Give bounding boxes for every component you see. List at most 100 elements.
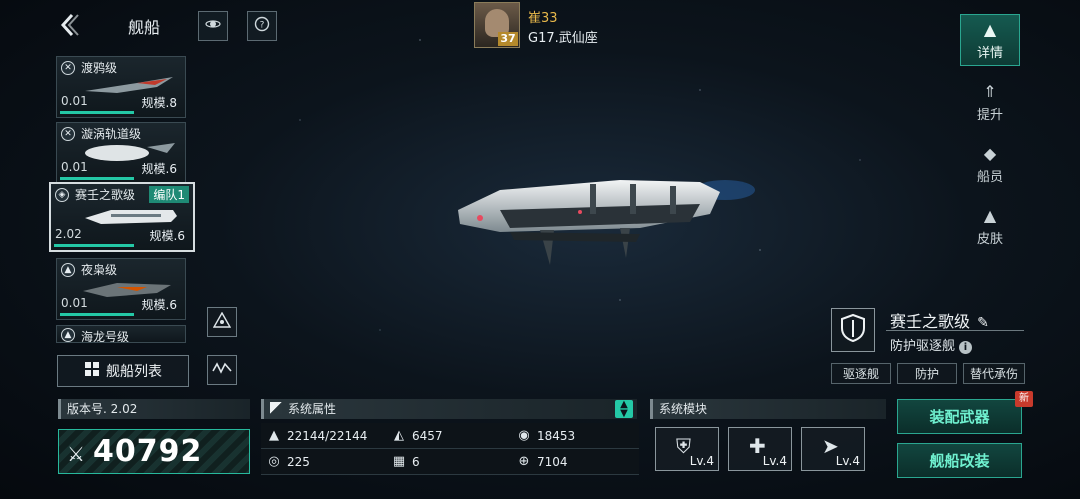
new-badge: 新 <box>1015 391 1033 407</box>
ship-scale: 规模.6 <box>141 298 177 312</box>
ship-progress-bar <box>60 313 134 316</box>
page-title: 舰船 <box>128 18 161 37</box>
ship-class-badge <box>831 308 875 352</box>
tab-details-label: 详情 <box>976 45 1003 61</box>
ship-card-raven[interactable]: ✕ 渡鸦级 0.01 规模.8 <box>56 56 186 118</box>
attr-target: ⊕ 7104 <box>511 449 639 475</box>
ship-scale: 规模.6 <box>149 229 185 243</box>
attr-checker-value: 6 <box>412 454 420 469</box>
module-level: Lv.4 <box>689 454 714 468</box>
ship-list-button[interactable]: 舰船列表 <box>57 355 189 387</box>
ship-progress-bar <box>60 177 134 180</box>
triangle-filter-icon <box>212 311 232 332</box>
ship-card-seadragon[interactable]: ▲ 海龙号级 <box>56 325 186 343</box>
crew-icon: ◆ <box>983 143 997 163</box>
info-icon[interactable]: i <box>959 341 973 354</box>
ship-name: 赛壬之歌级 <box>75 188 136 202</box>
tab-crew-label: 船员 <box>976 169 1003 185</box>
ship-value: 0.01 <box>61 160 88 174</box>
module-slot-1[interactable]: ⛨ Lv.4 <box>655 427 719 471</box>
system-modules-title: 系统模块 <box>650 399 886 419</box>
attr-shield: ◉ 18453 <box>511 423 639 449</box>
attr-armor-value: 6457 <box>412 428 443 443</box>
ship-card-siren-selected[interactable]: ◈ 赛壬之歌级 编队1 2.02 规模.6 <box>49 182 195 252</box>
ship-value: 0.01 <box>61 296 88 310</box>
class-icon: ✕ <box>61 127 75 141</box>
module-slot-3[interactable]: ➤ Lv.4 <box>801 427 865 471</box>
system-attributes-title: 系统属性 <box>288 402 337 416</box>
equip-weapon-button[interactable]: 装配武器 <box>897 399 1022 434</box>
attr-armor: ◭ 6457 <box>386 423 511 449</box>
tab-upgrade[interactable]: ⇑ 提升 <box>960 76 1020 128</box>
tab-skin-label: 皮肤 <box>976 231 1003 247</box>
wave-icon <box>212 361 232 379</box>
crossed-swords-icon: ⚔ <box>67 442 85 466</box>
class-icon: ▲ <box>61 263 75 277</box>
selected-ship-name-text: 赛壬之歌级 <box>890 312 971 331</box>
fleet-wave-button[interactable] <box>207 355 237 385</box>
attr-hull-value: 22144/22144 <box>287 428 368 443</box>
power-value: 40792 <box>93 434 203 469</box>
attr-energy-value: 225 <box>287 454 310 469</box>
ship-thumbnail <box>85 210 177 224</box>
filter-button[interactable] <box>207 307 237 337</box>
ship-scale: 规模.6 <box>141 162 177 176</box>
attr-target-value: 7104 <box>537 454 568 469</box>
help-button[interactable]: ? <box>247 11 277 41</box>
module-level: Lv.4 <box>762 454 787 468</box>
ship-card-vortex[interactable]: ✕ 漩涡轨道级 0.01 规模.6 <box>56 122 186 184</box>
title-divider <box>886 330 1024 331</box>
armor-icon: ◭ <box>394 428 404 443</box>
shield-icon: ◉ <box>518 428 530 443</box>
back-arrow-icon[interactable] <box>58 12 84 38</box>
tab-crew[interactable]: ◆ 船员 <box>960 138 1020 190</box>
system-attributes-header: 系统属性 <box>261 399 637 419</box>
class-icon: ✕ <box>61 61 75 75</box>
checker-icon: ▦ <box>392 454 406 469</box>
ship-card-nighthawk[interactable]: ▲ 夜枭级 0.01 规模.6 <box>56 258 186 320</box>
ship-scale: 规模.8 <box>141 96 177 110</box>
modify-ship-button[interactable]: 舰船改装 <box>897 443 1022 478</box>
ship-role: 防护驱逐舰 i <box>890 335 973 354</box>
avatar[interactable]: 37 <box>474 2 520 48</box>
expand-toggle-icon[interactable]: ▲ ▼ <box>615 400 633 419</box>
rocket-icon <box>205 16 221 36</box>
skin-icon: ▲ <box>983 205 997 225</box>
version-label: 版本号. 2.02 <box>58 399 250 419</box>
player-name: 崔33 <box>528 11 558 26</box>
grid-icon <box>84 361 100 381</box>
attr-checker: ▦ 6 <box>386 449 511 475</box>
selected-ship-name: 赛壬之歌级 ✎ <box>890 308 989 332</box>
attributes-grid: ▲ 22144/22144 ◭ 6457 ◉ 18453 ◎ 225 ▦ 6 ⊕ 7104 <box>261 423 639 475</box>
ship-role-text: 防护驱逐舰 <box>890 339 956 354</box>
tag-defense: 防护 <box>897 363 957 384</box>
target-icon: ⊕ <box>518 454 530 469</box>
ship-value: 0.01 <box>61 94 88 108</box>
help-icon: ? <box>254 16 270 36</box>
energy-icon: ◎ <box>268 454 280 469</box>
tag-damage-sponge: 替代承伤 <box>963 363 1025 384</box>
module-slot-2[interactable]: ✚ Lv.4 <box>728 427 792 471</box>
ship-model[interactable] <box>440 170 760 290</box>
player-location: G17.武仙座 <box>528 31 598 46</box>
svg-text:?: ? <box>260 21 265 31</box>
ship-value: 2.02 <box>55 227 82 241</box>
attr-shield-value: 18453 <box>537 428 576 443</box>
upgrade-icon: ⇑ <box>983 81 997 101</box>
rocket-button[interactable] <box>198 11 228 41</box>
ship-name: 海龙号级 <box>81 330 130 343</box>
attr-energy: ◎ 225 <box>261 449 386 475</box>
hull-icon: ▲ <box>269 428 279 443</box>
tab-skin[interactable]: ▲ 皮肤 <box>960 200 1020 252</box>
class-icon: ▲ <box>61 328 75 342</box>
attr-hull: ▲ 22144/22144 <box>261 423 386 449</box>
details-icon: ▲ <box>983 19 997 39</box>
edit-pencil-icon[interactable]: ✎ <box>977 315 989 331</box>
tag-destroyer: 驱逐舰 <box>831 363 891 384</box>
attributes-icon <box>270 402 282 414</box>
power-panel: ⚔ 40792 <box>58 429 250 474</box>
shield-class-icon: ◈ <box>55 188 69 202</box>
ship-progress-bar <box>60 111 134 114</box>
ship-progress-bar <box>54 244 134 247</box>
tab-details[interactable]: ▲ 详情 <box>960 14 1020 66</box>
